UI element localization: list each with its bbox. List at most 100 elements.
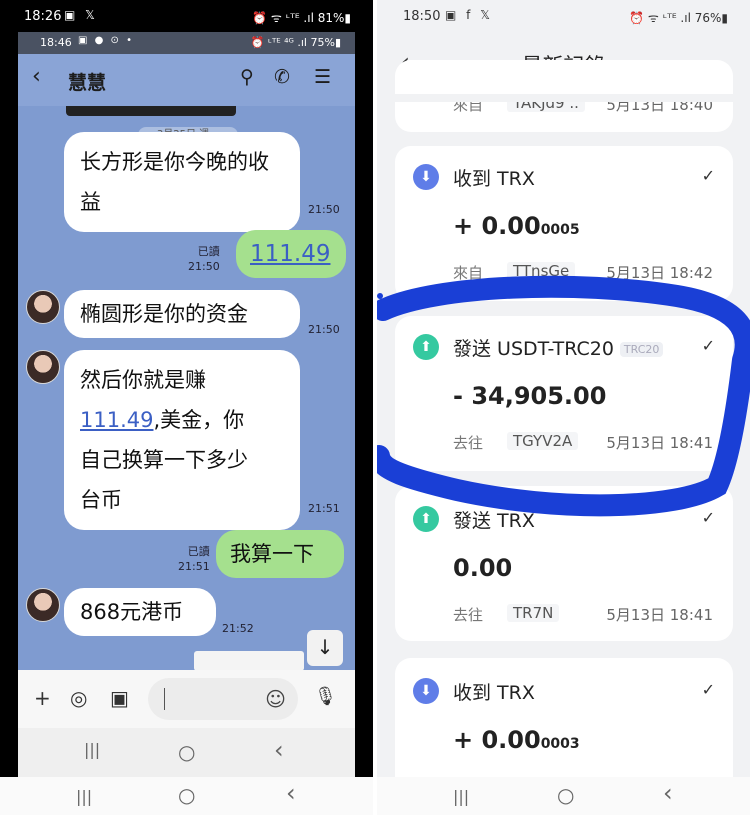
status-time: 18:26 xyxy=(24,9,62,24)
message-time: 21:50 xyxy=(308,203,340,216)
message-time: 21:50 xyxy=(188,260,220,273)
emoji-icon[interactable]: ☺ xyxy=(265,687,286,711)
left-phone-panel: 18:26 ▣ 𝕏 ⏰ ᯤ ᶫᵀᴱ .ıl 81%▮ 18:46 ▣ ● ⊙ •… xyxy=(0,0,373,815)
transaction-title: 發送 TRX xyxy=(453,510,535,532)
message-line: 台币 xyxy=(80,488,122,512)
text-caret xyxy=(164,688,165,710)
amount-fraction: 0005 xyxy=(540,222,580,238)
read-receipt: 已讀 21:50 xyxy=(188,244,220,274)
amount-main: + 0.00 xyxy=(453,212,541,240)
check-icon: ✓ xyxy=(701,508,715,527)
direction-label: 去往 xyxy=(453,606,484,624)
battery-signal-indicator: ⏰ ᶫᵀᴱ ⁴ᴳ .ıl 75%▮ xyxy=(250,36,341,49)
home-icon[interactable]: ○ xyxy=(178,740,195,764)
search-icon[interactable]: ⚲ xyxy=(240,66,254,88)
inner-navigation-bar: ||| ○ ‹ xyxy=(18,728,355,777)
back-icon[interactable]: ‹ xyxy=(663,779,673,807)
transaction-amount: + 0.000005 xyxy=(453,212,580,240)
send-icon: ⬆ xyxy=(413,506,439,532)
message-line: 然后你就是赚 xyxy=(80,368,206,392)
address-text: TGYV2A xyxy=(507,432,579,450)
message-link-text[interactable]: 111.49 xyxy=(250,241,330,267)
check-icon: ✓ xyxy=(701,166,715,185)
message-bubble[interactable]: 椭圆形是你的资金 xyxy=(64,290,300,338)
message-input-bar: + ◎ ▣ ☺ 🎙 xyxy=(18,670,355,728)
message-time: 21:51 xyxy=(178,560,210,573)
header-mask xyxy=(377,94,750,102)
message-bubble[interactable]: 长方形是你今晚的收益 xyxy=(64,132,300,232)
contact-avatar[interactable] xyxy=(26,588,60,622)
notification-icons: ▣ 𝕏 xyxy=(64,8,98,22)
direction-label: 去往 xyxy=(453,434,484,452)
transaction-title: 發送 USDT-TRC20 TRC20 xyxy=(453,334,664,361)
recent-apps-icon[interactable]: ||| xyxy=(84,740,100,759)
transaction-title: 收到 TRX xyxy=(453,682,535,704)
navigation-bar: ||| ○ ‹ xyxy=(377,777,750,815)
menu-icon[interactable]: ☰ xyxy=(314,66,331,88)
transaction-card[interactable]: ⬇ 收到 TRX ✓ + 0.000005 來自 TTnsGe 5月13日 18… xyxy=(395,146,733,301)
message-time: 21:51 xyxy=(308,502,340,515)
transaction-date: 5月13日 18:41 xyxy=(606,434,713,452)
contact-avatar[interactable] xyxy=(26,290,60,324)
message-text: 椭圆形是你的资金 xyxy=(80,302,248,326)
check-icon: ✓ xyxy=(701,336,715,355)
transaction-date: 5月13日 18:42 xyxy=(606,264,713,282)
notification-icons: ▣ ● ⊙ • xyxy=(78,35,134,46)
transaction-title-text: 發送 USDT-TRC20 xyxy=(453,338,614,360)
message-text: 我算一下 xyxy=(230,542,314,566)
contact-avatar[interactable] xyxy=(26,350,60,384)
notification-icons: ▣ f 𝕏 xyxy=(445,8,493,22)
amount-fraction: 0003 xyxy=(540,736,580,752)
back-icon[interactable]: ‹ xyxy=(274,736,284,764)
previous-message-edge xyxy=(66,106,236,116)
camera-icon[interactable]: ◎ xyxy=(70,686,87,710)
battery-signal-indicator: ⏰ ᯤ ᶫᵀᴱ .ıl 81%▮ xyxy=(252,11,351,25)
transaction-amount: - 34,905.00 xyxy=(453,382,607,410)
read-label: 已讀 xyxy=(187,545,210,558)
plus-icon[interactable]: + xyxy=(34,686,51,710)
receive-icon: ⬇ xyxy=(413,164,439,190)
message-bubble-sent[interactable]: 111.49 xyxy=(236,230,346,278)
send-icon: ⬆ xyxy=(413,334,439,360)
message-bubble-sent[interactable]: 我算一下 xyxy=(216,530,344,578)
message-link-text[interactable]: 111.49 xyxy=(80,408,153,432)
wallet-records-screen: 18:50 ▣ f 𝕏 ⏰ ᯤ ᶫᵀᴱ .ıl 76%▮ ‹ 最新記錄 來自 T… xyxy=(377,0,750,815)
chat-header: ‹ 慧慧 ⚲ ✆ ☰ xyxy=(18,54,355,106)
image-message-preview[interactable] xyxy=(194,651,304,671)
screenshot-canvas: 18:26 ▣ 𝕏 ⏰ ᯤ ᶫᵀᴱ .ıl 81%▮ 18:46 ▣ ● ⊙ •… xyxy=(0,0,750,815)
message-bubble[interactable]: 然后你就是赚 111.49,美金，你 自己换算一下多少 台币 xyxy=(64,350,300,530)
transaction-card[interactable]: ⬆ 發送 USDT-TRC20 TRC20 ✓ - 34,905.00 去往 TG… xyxy=(395,316,733,471)
scroll-to-bottom-button[interactable]: ↓ xyxy=(307,630,343,666)
check-icon: ✓ xyxy=(701,680,715,699)
transaction-amount: + 0.000003 xyxy=(453,726,580,754)
direction-label: 來自 xyxy=(453,264,484,282)
contact-name: 慧慧 xyxy=(68,72,107,94)
battery-signal-indicator: ⏰ ᯤ ᶫᵀᴱ .ıl 76%▮ xyxy=(629,11,728,25)
message-text: ,美金，你 xyxy=(153,408,245,432)
back-arrow-icon[interactable]: ‹ xyxy=(32,64,41,89)
amount-main: + 0.00 xyxy=(453,726,541,754)
back-icon[interactable]: ‹ xyxy=(286,779,296,807)
message-bubble[interactable]: 868元港币 xyxy=(64,588,216,636)
home-icon[interactable]: ○ xyxy=(178,783,195,807)
phone-call-icon[interactable]: ✆ xyxy=(274,66,290,88)
message-time: 21:52 xyxy=(222,622,254,635)
transaction-amount: 0.00 xyxy=(453,554,513,582)
recent-apps-icon[interactable]: ||| xyxy=(453,787,469,806)
recent-apps-icon[interactable]: ||| xyxy=(76,787,92,806)
inner-status-bar: 18:46 ▣ ● ⊙ • ⏰ ᶫᵀᴱ ⁴ᴳ .ıl 75%▮ xyxy=(18,32,355,54)
message-time: 21:50 xyxy=(308,323,340,336)
status-bar: 18:50 ▣ f 𝕏 ⏰ ᯤ ᶫᵀᴱ .ıl 76%▮ xyxy=(377,0,750,32)
message-input[interactable]: ☺ xyxy=(148,678,298,720)
image-icon[interactable]: ▣ xyxy=(110,686,129,710)
receive-icon: ⬇ xyxy=(413,678,439,704)
status-time: 18:50 xyxy=(403,9,441,24)
read-label: 已讀 xyxy=(197,245,220,258)
home-icon[interactable]: ○ xyxy=(557,783,574,807)
transaction-title: 收到 TRX xyxy=(453,168,535,190)
status-time: 18:46 xyxy=(40,36,72,49)
microphone-icon[interactable]: 🎙 xyxy=(314,686,337,707)
transaction-card[interactable]: ⬆ 發送 TRX ✓ 0.00 去往 TR7N 5月13日 18:41 xyxy=(395,486,733,641)
transaction-date: 5月13日 18:41 xyxy=(606,606,713,624)
message-line: 111.49,美金，你 xyxy=(80,400,284,440)
